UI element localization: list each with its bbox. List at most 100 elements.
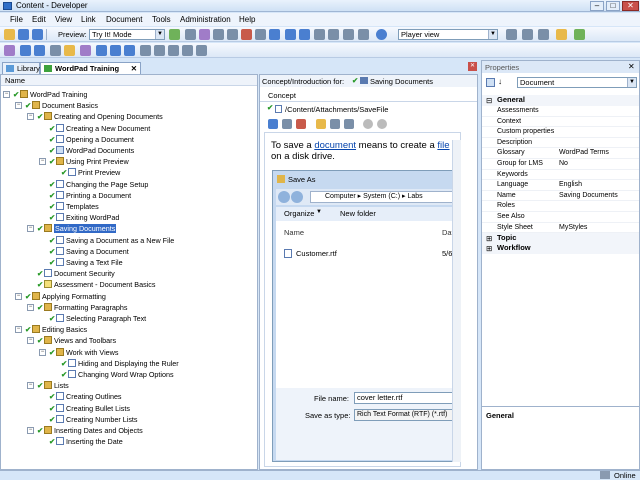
property-row[interactable]: Language English: [482, 180, 639, 191]
property-row[interactable]: Keywords: [482, 170, 639, 181]
tree-item[interactable]: ✔ Creating a New Document: [49, 123, 150, 134]
tree-item[interactable]: ✔ Applying Formatting: [25, 291, 106, 302]
tree-item[interactable]: ✔ Hiding and Displaying the Ruler: [61, 358, 179, 369]
tree-item[interactable]: ✔ Assessment - Document Basics: [37, 279, 155, 290]
category-workflow[interactable]: ⊞ Workflow: [482, 243, 639, 254]
toolbar2-icon-12[interactable]: [168, 45, 179, 56]
property-row[interactable]: Group for LMS No: [482, 159, 639, 170]
tree-item[interactable]: ✔ Opening a Document: [49, 134, 134, 145]
tree-item[interactable]: ✔ Saving a Document as a New File: [49, 235, 174, 246]
category-topic[interactable]: ⊞ Topic: [482, 233, 639, 244]
tree-item[interactable]: ✔ Inserting Dates and Objects: [37, 425, 143, 436]
maximize-button[interactable]: □: [606, 1, 620, 11]
tree-item[interactable]: ✔ Saving a Document: [49, 246, 129, 257]
tree-item[interactable]: ✔ Views and Toolbars: [37, 335, 116, 346]
tree-item[interactable]: ✔ Selecting Paragraph Text: [49, 313, 146, 324]
publish-icon[interactable]: [185, 29, 196, 40]
tree-column-header[interactable]: Name: [1, 75, 257, 86]
property-row[interactable]: Description: [482, 138, 639, 149]
tree-item[interactable]: ✔ WordPad Documents: [49, 145, 134, 156]
forward-icon[interactable]: [377, 119, 387, 129]
toolbar2-icon-13[interactable]: [182, 45, 193, 56]
menu-document[interactable]: Document: [106, 15, 142, 24]
link-icon[interactable]: [268, 119, 278, 129]
close-tab-icon[interactable]: ✕: [131, 64, 137, 73]
property-row[interactable]: Roles: [482, 201, 639, 212]
binoculars-icon[interactable]: [343, 29, 354, 40]
tree-item[interactable]: ✔ Templates: [49, 201, 99, 212]
layout-icon-2[interactable]: [522, 29, 533, 40]
property-row[interactable]: Assessments: [482, 106, 639, 117]
tree-collapse-toggle[interactable]: −: [27, 113, 34, 121]
tree-item[interactable]: ✔ Changing the Page Setup: [49, 179, 148, 190]
tree-collapse-toggle[interactable]: −: [39, 348, 46, 356]
tree-item[interactable]: ✔ Formatting Paragraphs: [37, 302, 128, 313]
close-editor-icon[interactable]: ✕: [468, 62, 477, 71]
close-icon[interactable]: ✕: [628, 62, 635, 71]
menu-view[interactable]: View: [55, 15, 72, 24]
menu-link[interactable]: Link: [81, 15, 96, 24]
zoom-out-icon[interactable]: [328, 29, 339, 40]
file-link[interactable]: file: [437, 140, 449, 151]
tree-item[interactable]: ✔ Lists: [37, 380, 69, 391]
help-icon[interactable]: [376, 29, 387, 40]
layout-icon-1[interactable]: [506, 29, 517, 40]
property-row[interactable]: Name Saving Documents: [482, 191, 639, 202]
document-link[interactable]: document: [314, 140, 356, 151]
redo-icon[interactable]: [299, 29, 310, 40]
zoom-in-icon[interactable]: [314, 29, 325, 40]
toolbar2-icon-2[interactable]: [20, 45, 31, 56]
tree-item[interactable]: ✔ Saving a Text File: [49, 257, 123, 268]
tree-item[interactable]: ✔ Saving Documents: [37, 223, 117, 234]
property-row[interactable]: Context: [482, 117, 639, 128]
tree-item[interactable]: ✔ Inserting the Date: [49, 436, 123, 447]
tree-collapse-toggle[interactable]: −: [27, 303, 34, 311]
menu-administration[interactable]: Administration: [180, 15, 231, 24]
move-up-icon[interactable]: [110, 45, 121, 56]
player-view-select[interactable]: Player view ▼: [398, 29, 498, 40]
menu-file[interactable]: File: [10, 15, 23, 24]
tree-item[interactable]: ✔ Changing Word Wrap Options: [61, 369, 174, 380]
toolbar2-icon-3[interactable]: [34, 45, 45, 56]
toolbar2-icon-4[interactable]: [50, 45, 61, 56]
tree-item[interactable]: ✔ Using Print Preview: [49, 156, 129, 167]
toolbar2-icon-14[interactable]: [196, 45, 207, 56]
toolbar2-icon-6[interactable]: [80, 45, 91, 56]
tree-item[interactable]: ✔ Print Preview: [61, 167, 120, 178]
print-icon[interactable]: [296, 119, 306, 129]
tree-item[interactable]: ✔ Creating Number Lists: [49, 414, 138, 425]
toolbar2-icon-7[interactable]: [96, 45, 107, 56]
toolbar2-icon-5[interactable]: [64, 45, 75, 56]
layout-icon-3[interactable]: [538, 29, 549, 40]
tree-collapse-toggle[interactable]: −: [15, 292, 22, 300]
tree-item[interactable]: ✔ Printing a Document: [49, 190, 131, 201]
tab-library[interactable]: Library: [2, 62, 40, 74]
paste-icon[interactable]: [227, 29, 238, 40]
undo-icon[interactable]: [285, 29, 296, 40]
property-row[interactable]: Style Sheet MyStyles: [482, 223, 639, 234]
properties-icon[interactable]: [269, 29, 280, 40]
cut-icon[interactable]: [199, 29, 210, 40]
edit-icon[interactable]: [316, 119, 326, 129]
toolbar2-icon-10[interactable]: [140, 45, 151, 56]
tree-item[interactable]: ✔ Document Basics: [25, 100, 98, 111]
tree-collapse-toggle[interactable]: −: [27, 225, 34, 233]
settings-icon[interactable]: [330, 119, 340, 129]
spell-check-icon[interactable]: [358, 29, 369, 40]
tree-item[interactable]: ✔ Creating and Opening Documents: [37, 111, 163, 122]
tree-collapse-toggle[interactable]: −: [27, 427, 34, 434]
category-general[interactable]: ⊟ General: [482, 95, 639, 106]
tree-collapse-toggle[interactable]: −: [3, 91, 10, 98]
save-icon[interactable]: [282, 119, 292, 129]
property-row[interactable]: Glossary WordPad Terms: [482, 148, 639, 159]
concept-scrollbar[interactable]: [452, 140, 461, 462]
save-icon[interactable]: [32, 29, 43, 40]
object-select[interactable]: Document ▼: [517, 77, 637, 88]
minimize-button[interactable]: –: [590, 1, 604, 11]
delete-icon[interactable]: [241, 29, 252, 40]
property-row[interactable]: See Also: [482, 212, 639, 223]
tree-item[interactable]: ✔ WordPad Training: [13, 89, 87, 100]
property-row[interactable]: Custom properties: [482, 127, 639, 138]
tree-item[interactable]: ✔ Creating Outlines: [49, 391, 122, 402]
categorized-icon[interactable]: [486, 78, 495, 87]
